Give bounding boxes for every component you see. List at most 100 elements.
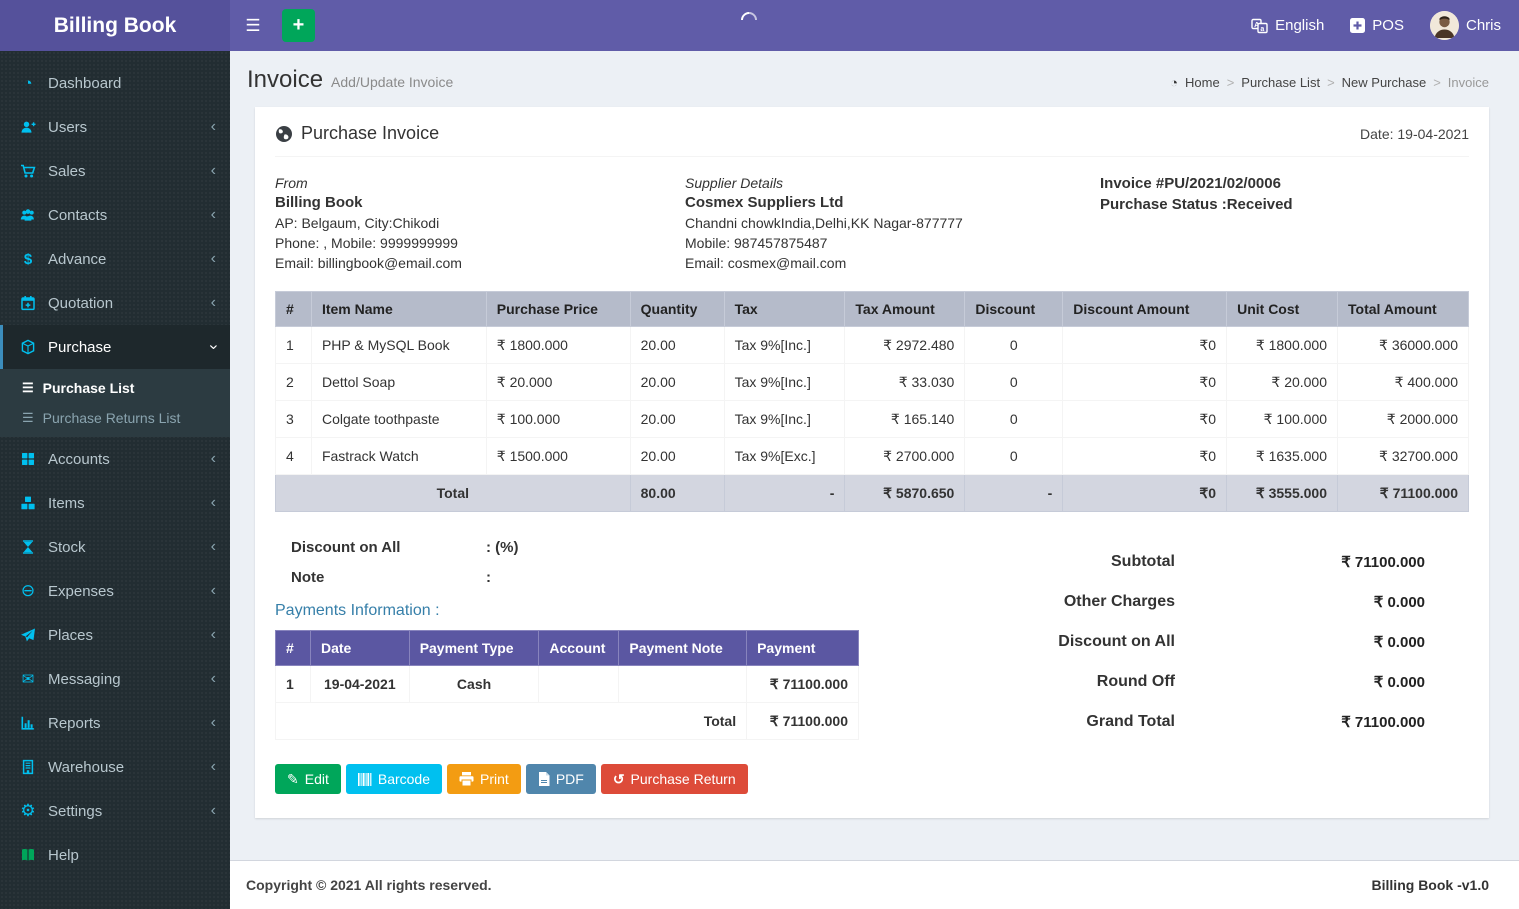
sidebar-item-contacts[interactable]: Contacts ‹ [0, 193, 230, 237]
sidebar-toggle-button[interactable]: ☰ [230, 0, 276, 51]
item-total-amount: ₹ 2000.000 [1337, 400, 1469, 438]
chevron-left-icon: ‹ [210, 206, 216, 223]
avatar [1429, 11, 1459, 40]
payments-total-value: ₹ 71100.000 [746, 702, 859, 740]
user-name-label: Chris [1465, 17, 1501, 34]
items-total-tax-amount: ₹ 5870.650 [844, 474, 966, 512]
summary-row: Discount on All ₹ 0.000 [955, 622, 1425, 662]
summary-label: Discount on All [1058, 633, 1175, 650]
edit-icon: ✎ [287, 771, 299, 787]
col-header-unit-cost: Unit Cost [1226, 291, 1339, 327]
sidebar-item-advance[interactable]: $ Advance ‹ [0, 237, 230, 281]
barcode-icon [357, 772, 372, 786]
app-root: Billing Book ☰ + Aa English POS Chris ◔ … [0, 0, 1519, 909]
item-num: 2 [275, 363, 312, 401]
from-name: Billing Book [275, 194, 363, 211]
sidebar-item-purchase-returns-list[interactable]: ☰ Purchase Returns List [0, 403, 230, 433]
items-total-amount: ₹ 71100.000 [1337, 474, 1469, 512]
sidebar-item-messaging[interactable]: ✉ Messaging ‹ [0, 657, 230, 701]
dollar-icon: $ [23, 250, 33, 268]
item-num: 4 [275, 437, 312, 475]
sidebar-item-dashboard[interactable]: ◔ Dashboard [0, 61, 230, 105]
sidebar-item-places[interactable]: Places ‹ [0, 613, 230, 657]
sidebar-item-reports[interactable]: Reports ‹ [0, 701, 230, 745]
sidebar-item-purchase-list[interactable]: ☰ Purchase List [0, 373, 230, 403]
items-total-qty: 80.00 [629, 474, 725, 512]
payments-table: # Date Payment Type Account Payment Note… [274, 630, 859, 740]
purchase-return-button[interactable]: ↺ Purchase Return [600, 764, 748, 794]
item-total-amount: ₹ 36000.000 [1337, 326, 1469, 364]
summary-label: Other Charges [1063, 593, 1175, 610]
chevron-left-icon: ‹ [210, 626, 216, 643]
content-header: Invoice Add/Update Invoice ◔ Home > Purch… [230, 51, 1519, 107]
edit-button[interactable]: ✎ Edit [275, 764, 341, 794]
sidebar-item-stock[interactable]: Stock ‹ [0, 525, 230, 569]
item-purchase-price: ₹ 100.000 [485, 400, 631, 438]
pay-col-payment: Payment [746, 630, 859, 666]
item-name: Colgate toothpaste [310, 400, 487, 438]
item-tax-amount: ₹ 2972.480 [844, 326, 966, 364]
user-menu[interactable]: Chris [1429, 11, 1501, 40]
card-title-block: Purchase Invoice [275, 123, 439, 144]
envelope-icon: ✉ [21, 671, 35, 688]
sidebar-item-items[interactable]: Items ‹ [0, 481, 230, 525]
payment-date: 19-04-2021 [309, 665, 410, 703]
cubes-icon [18, 495, 38, 511]
sidebar-item-settings[interactable]: ⚙ Settings ‹ [0, 789, 230, 833]
page-footer: Copyright © 2021 All rights reserved. Bi… [230, 860, 1519, 909]
bar-chart-icon [18, 715, 38, 731]
invoice-meta-block: Invoice #PU/2021/02/0006 Purchase Status… [1100, 173, 1469, 273]
barcode-button[interactable]: Barcode [345, 764, 443, 794]
item-tax-amount: ₹ 2700.000 [844, 437, 966, 475]
item-unit-cost: ₹ 20.000 [1226, 363, 1339, 401]
sidebar-item-purchase[interactable]: Purchase ‹ [0, 325, 230, 369]
col-header-num: # [275, 291, 312, 327]
item-num: 1 [275, 326, 312, 364]
items-table-foot: Total 80.00 - ₹ 5870.650 - ₹0 ₹ 3555.000… [275, 474, 1469, 512]
pos-menu[interactable]: POS [1350, 17, 1404, 34]
supplier-heading: Supplier Details [685, 175, 784, 191]
sidebar-item-sales[interactable]: Sales ‹ [0, 149, 230, 193]
page-title-block: Invoice Add/Update Invoice [247, 66, 453, 94]
quick-add-button[interactable]: + [282, 9, 315, 42]
sidebar-item-expenses[interactable]: ⊖ Expenses ‹ [0, 569, 230, 613]
language-menu[interactable]: Aa English [1251, 17, 1324, 34]
item-discount: 0 [964, 400, 1064, 438]
book-icon [18, 847, 38, 863]
summary-row: Other Charges ₹ 0.000 [955, 582, 1425, 622]
items-total-row: Total 80.00 - ₹ 5870.650 - ₹0 ₹ 3555.000… [275, 474, 1469, 512]
item-quantity: 20.00 [629, 437, 725, 475]
plus-square-icon [1350, 18, 1366, 33]
dashboard-icon: ◔ [23, 74, 33, 92]
version-text: Billing Book -v1.0 [1371, 877, 1489, 893]
sidebar-item-help[interactable]: Help [0, 833, 230, 877]
brand-logo[interactable]: Billing Book [0, 0, 230, 51]
print-button[interactable]: Print [447, 764, 521, 794]
payments-section: Discount on All : (%) Note : Payments In… [274, 532, 955, 742]
users-group-icon [18, 207, 38, 223]
breadcrumb-purchase-list[interactable]: Purchase List [1241, 75, 1320, 90]
breadcrumb-home[interactable]: Home [1185, 75, 1220, 90]
pay-col-note: Payment Note [618, 630, 748, 666]
item-row: 4 Fastrack Watch ₹ 1500.000 20.00 Tax 9%… [275, 437, 1469, 475]
items-table-body: 1 PHP & MySQL Book ₹ 1800.000 20.00 Tax … [275, 326, 1469, 475]
breadcrumb-current: Invoice [1447, 75, 1489, 90]
item-quantity: 20.00 [629, 326, 725, 364]
note-label: Note [291, 568, 325, 586]
col-header-item-name: Item Name [310, 291, 487, 327]
item-tax-amount: ₹ 165.140 [844, 400, 966, 438]
sidebar-item-warehouse[interactable]: Warehouse ‹ [0, 745, 230, 789]
item-purchase-price: ₹ 1800.000 [485, 326, 631, 364]
file-pdf-icon [538, 772, 550, 786]
sidebar-item-quotation[interactable]: Quotation ‹ [0, 281, 230, 325]
sidebar-item-accounts[interactable]: Accounts ‹ [0, 437, 230, 481]
item-discount-amount: ₹0 [1062, 437, 1228, 475]
supplier-email: Email: cosmex@mail.com [685, 255, 847, 271]
item-tax: Tax 9%[Inc.] [723, 400, 846, 438]
breadcrumb-new-purchase[interactable]: New Purchase [1342, 75, 1427, 90]
item-name: Dettol Soap [310, 363, 487, 401]
sidebar-item-users[interactable]: Users ‹ [0, 105, 230, 149]
pdf-button[interactable]: PDF [525, 764, 596, 794]
item-discount-amount: ₹0 [1062, 400, 1228, 438]
pay-col-type: Payment Type [408, 630, 540, 666]
